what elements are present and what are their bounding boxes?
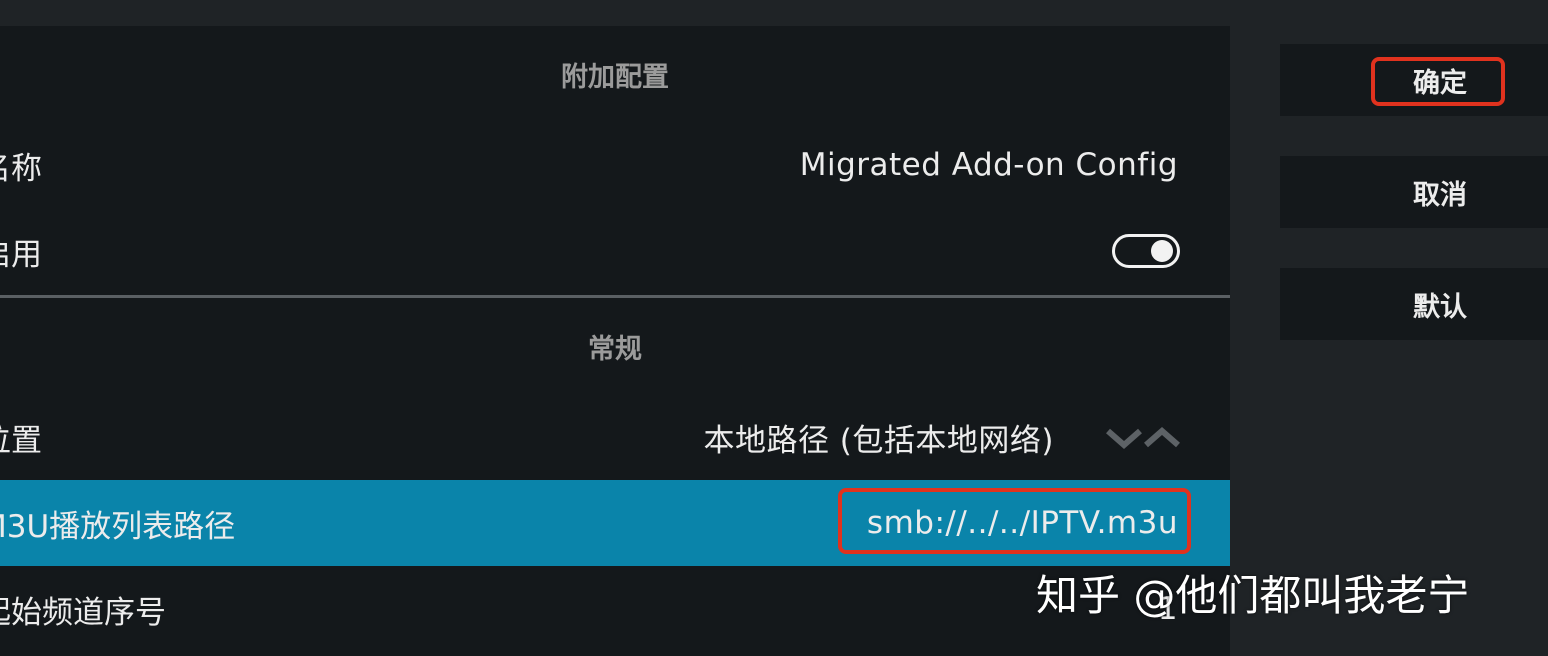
setting-value-location: 本地路径 (包括本地网络)	[703, 422, 1054, 459]
setting-label-m3u-path: M3U播放列表路径	[0, 508, 236, 545]
default-button-label: 默认	[1413, 291, 1467, 323]
setting-label-location: 位置	[0, 422, 42, 459]
m3u-path-highlight-box	[838, 488, 1191, 554]
cancel-button-label: 取消	[1413, 179, 1467, 211]
setting-row-enabled[interactable]: 启用	[0, 208, 1230, 294]
section-header-general: 常规	[588, 333, 642, 365]
toggle-knob	[1151, 240, 1173, 262]
default-button[interactable]: 默认	[1280, 268, 1548, 340]
ok-button-highlight-box	[1371, 57, 1505, 106]
kodi-addon-settings-screen: 附加配置 名称 Migrated Add-on Config 启用 常规 位置 …	[0, 0, 1548, 656]
section-divider	[0, 295, 1230, 298]
setting-label-enabled: 启用	[0, 236, 42, 273]
setting-label-start-channel: 起始频道序号	[0, 594, 166, 631]
chevron-up-icon[interactable]	[1144, 425, 1180, 449]
location-spinner[interactable]	[1106, 425, 1180, 449]
setting-value-name: Migrated Add-on Config	[799, 147, 1178, 183]
watermark-text: 知乎 @他们都叫我老宁	[1036, 571, 1470, 620]
chevron-down-icon[interactable]	[1106, 425, 1142, 449]
section-header-addon-config: 附加配置	[561, 61, 669, 93]
enabled-toggle[interactable]	[1112, 234, 1180, 268]
setting-row-location[interactable]: 位置 本地路径 (包括本地网络)	[0, 394, 1230, 480]
setting-row-name[interactable]: 名称 Migrated Add-on Config	[0, 122, 1230, 208]
cancel-button[interactable]: 取消	[1280, 156, 1548, 228]
setting-label-name: 名称	[0, 150, 42, 187]
